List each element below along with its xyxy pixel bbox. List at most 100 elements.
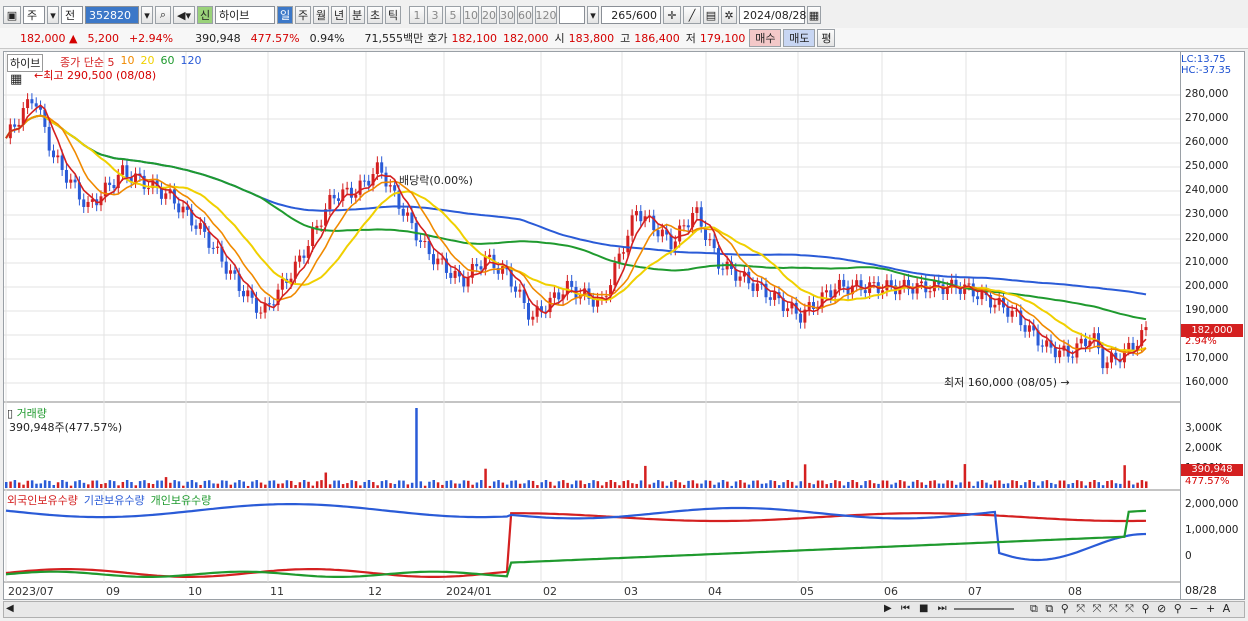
interval-button[interactable]: 1: [409, 6, 425, 24]
calendar-icon[interactable]: ▦: [807, 6, 821, 24]
candle-body: [246, 290, 250, 297]
holder-legend: 외국인보유수량 기관보유수량 개인보유수량: [7, 492, 211, 508]
volume-bar: [449, 480, 453, 488]
chart-area[interactable]: 2023/07 09 10 11 12 2024/01 02 03 04 05 06 07 08 하이브…: [3, 51, 1181, 600]
period-button[interactable]: 틱: [385, 6, 401, 24]
zoom-slider[interactable]: [954, 608, 1014, 610]
volume-bar: [328, 484, 332, 488]
scope-select[interactable]: 전: [61, 6, 83, 24]
playback-controls[interactable]: ▶ ⏮ ■ ⏭: [884, 603, 950, 614]
candle-body: [617, 253, 621, 263]
volume-bar: [143, 480, 146, 488]
buy-button[interactable]: 매수: [749, 29, 782, 47]
volume-bar: [838, 481, 841, 488]
volume-bar: [549, 481, 552, 488]
candle-body: [453, 270, 457, 278]
stock-name-field[interactable]: 하이브: [215, 6, 275, 24]
chevron-down-icon[interactable]: ▾: [587, 6, 599, 24]
candle-body: [1053, 347, 1057, 358]
interval-button[interactable]: 10: [463, 6, 479, 24]
candle-body: [630, 215, 634, 236]
candle-body: [1105, 362, 1109, 369]
volume-bar: [22, 484, 25, 488]
volume-bar: [652, 482, 656, 488]
volume-bar: [220, 480, 224, 488]
candle-body: [419, 240, 423, 242]
scrollbar[interactable]: ◀ ▶ ⏮ ■ ⏭ ⧉ ⧉ ⚲ ⤧ ⤧ ⤧ ⤧ ⚲ ⊘ ⚲ − + A: [3, 601, 1245, 618]
sell-button[interactable]: 매도: [783, 29, 816, 47]
candle-body: [660, 229, 664, 237]
new-badge: 신: [197, 6, 213, 24]
volume-bar: [380, 481, 384, 488]
volume-bar: [1110, 480, 1113, 488]
period-button[interactable]: 주: [295, 6, 311, 24]
volume-bar: [82, 482, 86, 488]
volume-bar: [860, 485, 863, 488]
period-button[interactable]: 초: [367, 6, 383, 24]
candle-body: [552, 292, 556, 298]
volume-bar: [1101, 485, 1105, 488]
chevron-down-icon[interactable]: ▾: [47, 6, 59, 24]
x-tick-label: 2024/01: [446, 585, 492, 598]
period-button[interactable]: 분: [349, 6, 365, 24]
volume-bar: [1045, 480, 1049, 488]
search-icon[interactable]: ⌕: [155, 6, 171, 24]
candle-body: [479, 266, 483, 270]
crosshair-icon[interactable]: ✛: [663, 6, 681, 24]
interval-button[interactable]: 60: [517, 6, 533, 24]
price-panel: [4, 52, 1180, 402]
candle-body: [656, 230, 660, 237]
period-button[interactable]: 월: [313, 6, 329, 24]
window-icon[interactable]: ▣: [3, 6, 21, 24]
x-end-label: 08/28: [1185, 584, 1217, 597]
volume-bar: [821, 480, 824, 488]
volume-bar: [898, 480, 902, 488]
candle-body: [911, 289, 915, 294]
grid-icon[interactable]: ▦: [10, 72, 22, 87]
volume-bar: [894, 482, 898, 488]
volume-bar: [164, 477, 168, 488]
volume-bar: [264, 484, 267, 488]
volume-bar: [661, 481, 664, 488]
volume-bar: [363, 481, 366, 488]
draw-icon[interactable]: ╱: [683, 6, 701, 24]
volume-bar: [281, 483, 284, 488]
y-tick-label: 2,000K: [1185, 442, 1222, 454]
open: 183,800: [568, 31, 615, 45]
speaker-icon[interactable]: ◀▾: [173, 6, 195, 24]
period-button[interactable]: 년: [331, 6, 347, 24]
high-note: ←최고 290,500 (08/08): [34, 69, 157, 82]
volume-bar: [868, 480, 872, 488]
gear-icon[interactable]: ✲: [721, 6, 737, 24]
x-tick-label: 05: [800, 585, 814, 598]
interval-button[interactable]: 30: [499, 6, 515, 24]
volume: 390,948: [195, 31, 241, 45]
candle-body: [337, 198, 340, 201]
volume-value: 390,948주(477.57%): [9, 421, 123, 434]
market-select[interactable]: 주: [23, 6, 45, 24]
interval-button[interactable]: 20: [481, 6, 497, 24]
scroll-left-icon[interactable]: ◀: [6, 603, 14, 614]
candle-body: [112, 185, 116, 189]
interval-custom-input[interactable]: [559, 6, 585, 24]
y-tick-label: 280,000: [1185, 88, 1229, 100]
chart-svg[interactable]: 2023/07 09 10 11 12 2024/01 02 03 04 05 06 07 08: [4, 52, 1180, 599]
volume-bar: [432, 480, 435, 488]
avg-button[interactable]: 평: [817, 29, 836, 47]
code-input[interactable]: 352820: [85, 6, 139, 24]
volume-bar: [721, 480, 725, 488]
draw-tools[interactable]: ⧉ ⧉ ⚲ ⤧ ⤧ ⤧ ⤧ ⚲ ⊘ ⚲ − + A: [1030, 602, 1232, 616]
count-field[interactable]: 265/600: [601, 6, 661, 24]
ask: 182,000: [503, 31, 549, 45]
candle-body: [527, 302, 530, 320]
interval-button[interactable]: 3: [427, 6, 443, 24]
volume-bar: [1067, 484, 1070, 488]
interval-button[interactable]: 5: [445, 6, 461, 24]
volume-bar: [786, 480, 790, 488]
chevron-down-icon[interactable]: ▾: [141, 6, 153, 24]
date-field[interactable]: 2024/08/28: [739, 6, 806, 24]
period-button[interactable]: 일: [277, 6, 293, 24]
interval-button[interactable]: 120: [535, 6, 557, 24]
volume-bar: [622, 481, 625, 488]
save-icon[interactable]: ▤: [703, 6, 719, 24]
